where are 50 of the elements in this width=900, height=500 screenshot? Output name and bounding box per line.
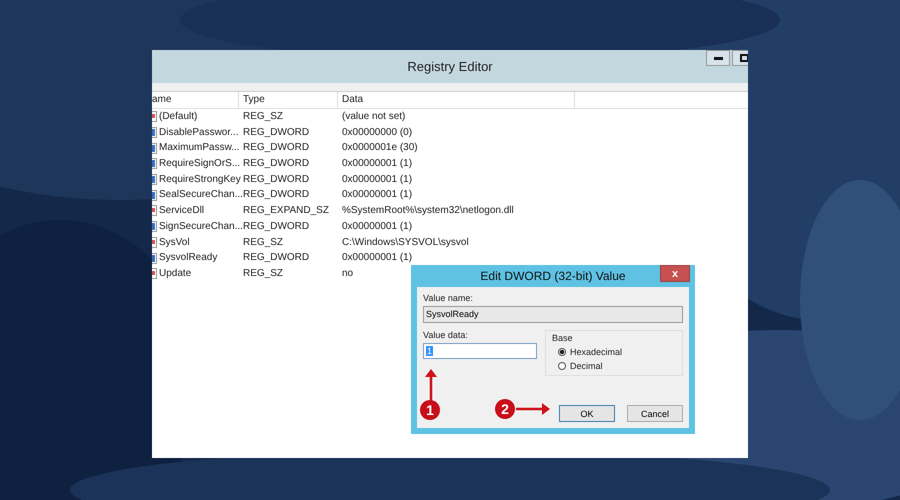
base-label: Base [552, 333, 573, 343]
right-arrow [516, 403, 550, 415]
value-data-label: Value data: [423, 330, 468, 340]
table-cell: 0x00000000 (0) [342, 126, 412, 138]
table-cell: (value not set) [342, 111, 406, 122]
table-cell-text: REG_SZ [242, 110, 284, 124]
table-cell-text: ServiceDll [159, 204, 204, 218]
table-cell-text: MaximumPassw... [159, 141, 240, 156]
table-cell-text: SealSecureChan... [159, 188, 243, 202]
table-cell-text: RequireStrongKey [159, 172, 241, 187]
table-cell-text: (Default) [159, 110, 198, 124]
dialog-button[interactable]: OK [559, 405, 615, 422]
column-header[interactable]: Type [239, 92, 338, 108]
window-title: Registry Editor [407, 59, 493, 74]
minimize-icon [714, 56, 722, 60]
table-cell-text: RequireSignOrS... [159, 157, 240, 172]
table-cell-text: SysVol [159, 236, 190, 250]
maximize-icon [740, 54, 748, 62]
table-cell: no [342, 268, 354, 279]
table-cell: 0x00000001 (1) [342, 252, 412, 264]
table-cell-text: REG_SZ [242, 266, 284, 281]
table-cell-text: REG_DWORD [242, 141, 310, 156]
value-name-label: Value name: [423, 293, 473, 303]
dialog-button[interactable]: Cancel [627, 405, 683, 422]
table-cell-text: REG_DWORD [242, 251, 310, 266]
table-cell-text: SysvolReady [159, 251, 218, 266]
table-cell-text: REG_DWORD [242, 126, 310, 140]
table-cell: 0x00000001 (1) [342, 220, 412, 232]
up-arrow [425, 369, 437, 401]
value-name-field[interactable]: SysvolReady [423, 306, 683, 323]
table-cell: %SystemRoot%\system32\netlogon.dll [342, 205, 514, 216]
dialog-title: Edit DWORD (32-bit) Value [480, 269, 626, 283]
table-cell: 0x00000001 (1) [342, 174, 412, 185]
table-cell-text: DisablePasswor... [159, 126, 238, 140]
table-cell: 0x00000001 (1) [342, 189, 412, 200]
table-cell-text: REG_DWORD [242, 157, 310, 172]
table-cell-text: REG_SZ [242, 236, 284, 250]
column-header[interactable]: Data [338, 92, 575, 108]
close-button[interactable]: x [660, 265, 690, 282]
minimize-button[interactable] [706, 50, 730, 66]
radio-option[interactable]: Hexadecimal [552, 347, 676, 357]
table-cell-text: REG_DWORD [242, 172, 310, 187]
radio-option[interactable]: Decimal [552, 361, 676, 371]
column-header[interactable]: ame [152, 92, 239, 108]
table-cell-text: SignSecureChan... [159, 220, 243, 234]
table-cell: 0x0000001e (30) [342, 142, 418, 154]
table-cell: 0x00000001 (1) [342, 158, 412, 170]
table-cell-text: REG_EXPAND_SZ [242, 204, 330, 218]
table-cell-text: Update [159, 266, 192, 281]
table-cell: C:\Windows\SYSVOL\sysvol [342, 236, 469, 248]
